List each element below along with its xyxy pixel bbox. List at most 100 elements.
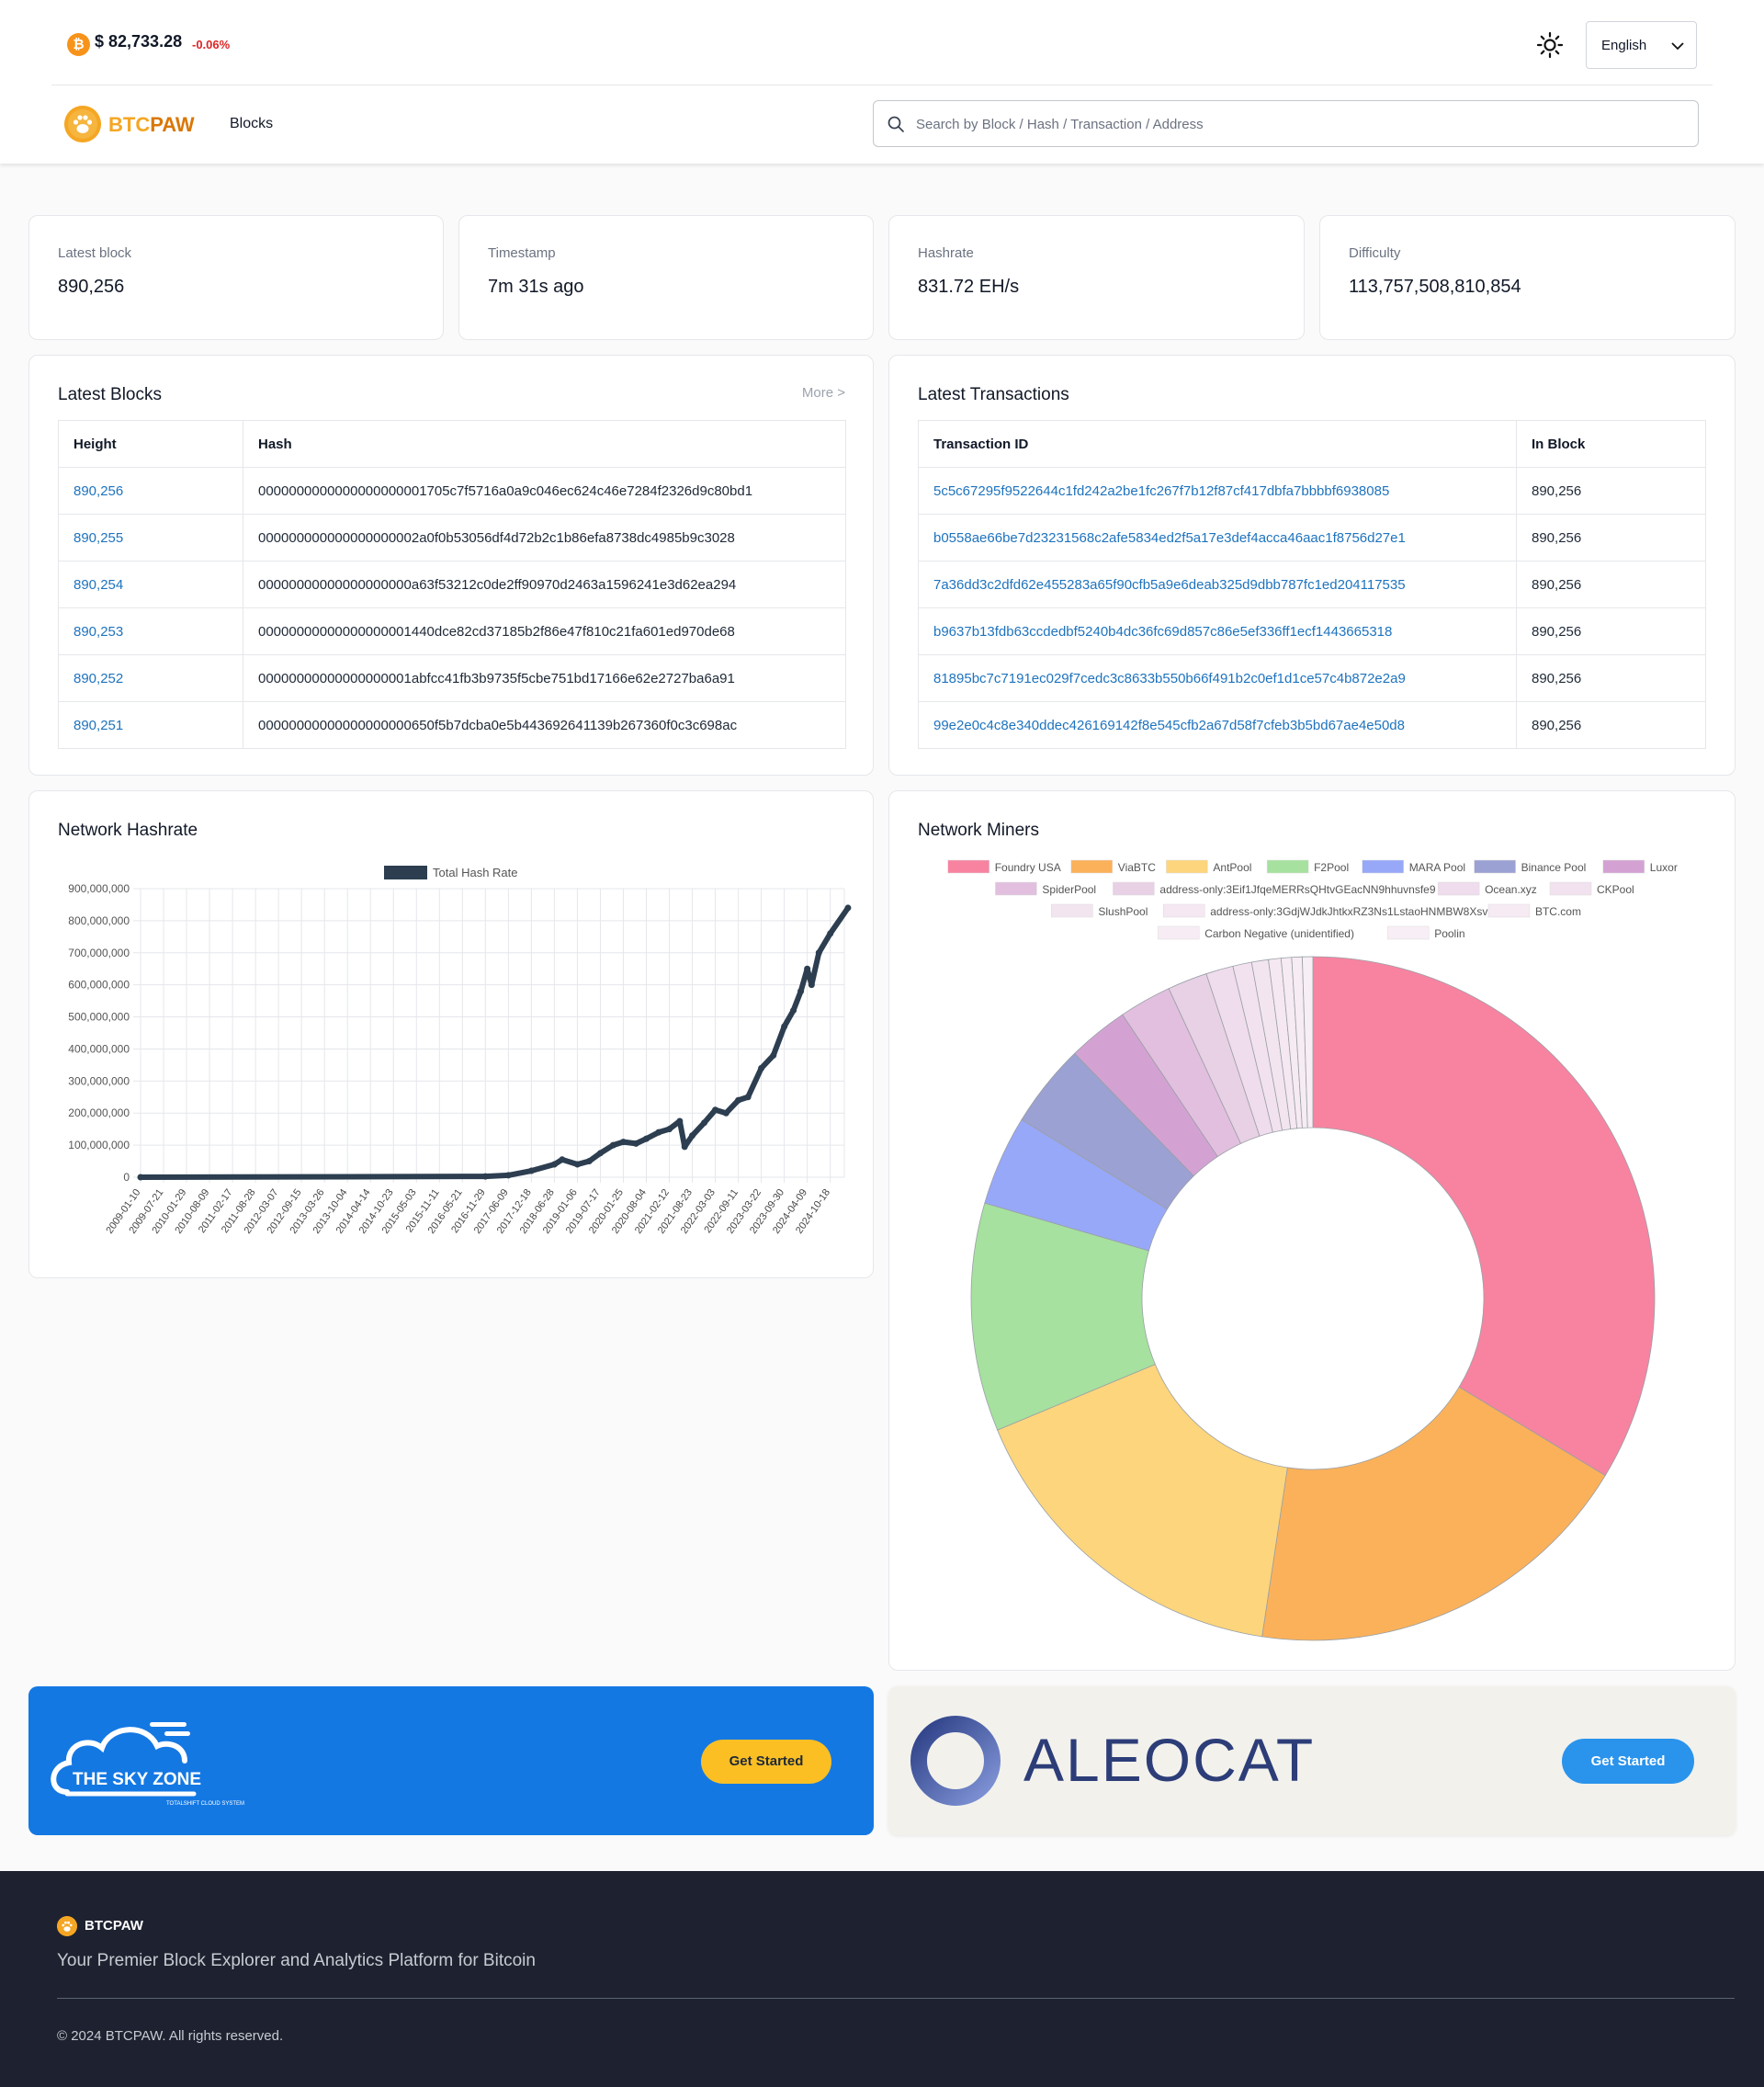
search-box[interactable]: Search by Block / Hash / Transaction / A… bbox=[873, 100, 1699, 147]
legend-swatch[interactable] bbox=[1113, 881, 1155, 896]
aleocat-get-started-button[interactable]: Get Started bbox=[1562, 1739, 1694, 1784]
stat-card-latest-block: Latest block 890,256 bbox=[28, 215, 444, 340]
block-height-link[interactable]: 890,253 bbox=[74, 624, 123, 640]
sky-zone-banner[interactable]: THE SKY ZONE TOTALSHIFT CLOUD SYSTEM Get… bbox=[28, 1686, 874, 1835]
legend-label[interactable]: Foundry USA bbox=[995, 861, 1061, 874]
miners-chart: Foundry USA ViaBTC AntPool F2Pool MARA Pool B… bbox=[947, 859, 1678, 1641]
block-hash: 0000000000000000000001705c7f5716a0a9c046… bbox=[243, 467, 846, 515]
column-header: Transaction ID bbox=[918, 420, 1517, 468]
footer-divider bbox=[57, 1998, 1735, 1999]
transaction-id-link[interactable]: b9637b13fdb63ccdedbf5240b4dc36fc69d857c8… bbox=[933, 624, 1392, 640]
stat-card-difficulty: Difficulty 113,757,508,810,854 bbox=[1319, 215, 1736, 340]
table-row: 890,256 0000000000000000000001705c7f5716a… bbox=[58, 467, 846, 515]
transaction-id-link[interactable]: 99e2e0c4c8e340ddec426169142f8e545cfb2a67… bbox=[933, 718, 1405, 733]
language-select[interactable]: English bbox=[1586, 21, 1697, 69]
legend-swatch[interactable] bbox=[1163, 903, 1205, 918]
aleocat-banner[interactable]: ALEOCAT Get Started bbox=[888, 1686, 1736, 1835]
data-point bbox=[655, 1129, 662, 1136]
legend-label[interactable]: Luxor bbox=[1650, 861, 1678, 874]
data-point bbox=[559, 1156, 566, 1163]
data-point bbox=[844, 904, 852, 912]
in-block-value: 890,256 bbox=[1516, 654, 1706, 702]
legend-swatch[interactable] bbox=[1602, 859, 1645, 874]
transaction-id-link[interactable]: b0558ae66be7d23231568c2afe5834ed2f5a17e3… bbox=[933, 530, 1406, 546]
legend-swatch[interactable] bbox=[1437, 881, 1480, 896]
legend-swatch[interactable] bbox=[995, 881, 1037, 896]
in-block-value: 890,256 bbox=[1516, 561, 1706, 608]
legend-swatch bbox=[384, 866, 427, 879]
table-row: 5c5c67295f9522644c1fd242a2be1fc267f7b12f… bbox=[918, 467, 1706, 515]
block-height-link[interactable]: 890,256 bbox=[74, 483, 123, 499]
legend-label[interactable]: Carbon Negative (unidentified) bbox=[1204, 927, 1354, 940]
block-hash: 00000000000000000001abfcc41fb3b9735f5cbe… bbox=[243, 654, 846, 702]
legend-label[interactable]: SpiderPool bbox=[1042, 883, 1096, 896]
table-row: 81895bc7c7191ec029f7cedc3c8633b550b66f49… bbox=[918, 654, 1706, 702]
legend-label[interactable]: F2Pool bbox=[1314, 861, 1349, 874]
legend-swatch[interactable] bbox=[1166, 859, 1208, 874]
legend-label[interactable]: AntPool bbox=[1213, 861, 1251, 874]
legend-swatch[interactable] bbox=[1070, 859, 1114, 874]
legend-swatch[interactable] bbox=[1051, 903, 1093, 918]
data-point bbox=[676, 1117, 684, 1125]
network-miners-card: Network Miners Foundry USA ViaBTC AntPool F… bbox=[888, 790, 1736, 1671]
legend-swatch[interactable] bbox=[1362, 859, 1404, 874]
block-height-link[interactable]: 890,251 bbox=[74, 718, 123, 733]
legend-label[interactable]: BTC.com bbox=[1535, 905, 1581, 918]
block-height-link[interactable]: 890,255 bbox=[74, 530, 123, 546]
card-title: Latest Blocks bbox=[58, 385, 162, 404]
legend-label[interactable]: address-only:3GdjWJdkJhtkxRZ3Ns1LstaoHNM… bbox=[1210, 905, 1496, 918]
nav-bar: BTCPAW Blocks Search by Block / Hash / T… bbox=[51, 85, 1713, 164]
legend-swatch[interactable] bbox=[1487, 903, 1531, 918]
legend-label[interactable]: Ocean.xyz bbox=[1485, 883, 1537, 896]
aleocat-brand-text: ALEOCAT bbox=[1023, 1726, 1316, 1794]
search-input[interactable]: Search by Block / Hash / Transaction / A… bbox=[916, 117, 1204, 132]
data-point bbox=[701, 1119, 708, 1127]
data-point bbox=[632, 1140, 639, 1147]
nav-blocks-link[interactable]: Blocks bbox=[230, 116, 273, 132]
legend-label: Total Hash Rate bbox=[433, 866, 518, 879]
btc-price-change: -0.06% bbox=[192, 38, 231, 51]
paw-logo-icon[interactable] bbox=[64, 106, 101, 142]
transaction-id-link[interactable]: 5c5c67295f9522644c1fd242a2be1fc267f7b12f… bbox=[933, 483, 1389, 499]
legend-swatch[interactable] bbox=[947, 859, 989, 874]
sun-icon[interactable] bbox=[1536, 31, 1564, 59]
y-tick-label: 200,000,000 bbox=[68, 1106, 130, 1119]
more-blocks-link[interactable]: More > bbox=[802, 385, 845, 401]
block-height-link[interactable]: 890,252 bbox=[74, 671, 123, 686]
block-hash: 000000000000000000002a0f0b53056df4d72b2c… bbox=[243, 514, 846, 561]
legend-label[interactable]: CKPool bbox=[1597, 883, 1634, 896]
legend-label[interactable]: ViaBTC bbox=[1118, 861, 1156, 874]
stat-label: Hashrate bbox=[918, 245, 974, 261]
legend-swatch[interactable] bbox=[1266, 859, 1309, 874]
legend-label[interactable]: Binance Pool bbox=[1521, 861, 1587, 874]
legend-swatch[interactable] bbox=[1474, 859, 1516, 874]
pie-slice[interactable] bbox=[1312, 956, 1656, 1477]
legend-label[interactable]: Poolin bbox=[1434, 927, 1464, 940]
site-footer: BTCPAW Your Premier Block Explorer and A… bbox=[0, 1871, 1764, 2087]
legend-label[interactable]: SlushPool bbox=[1098, 905, 1148, 918]
site-logo[interactable]: BTCPAW bbox=[108, 113, 195, 137]
network-hashrate-card: Network Hashrate 0 100,000,000 200,000,000… bbox=[28, 790, 874, 1278]
stat-value: 113,757,508,810,854 bbox=[1349, 277, 1521, 297]
legend-swatch[interactable] bbox=[1386, 925, 1430, 940]
block-height-link[interactable]: 890,254 bbox=[74, 577, 123, 593]
data-point bbox=[770, 1051, 777, 1059]
legend-label[interactable]: address-only:3Eif1JfqeMERRsQHtvGEacNN9hh… bbox=[1159, 883, 1435, 896]
data-point bbox=[722, 1109, 729, 1117]
block-hash: 00000000000000000000a63f53212c0de2ff9097… bbox=[243, 561, 846, 608]
stat-value: 890,256 bbox=[58, 277, 125, 297]
sky-get-started-button[interactable]: Get Started bbox=[701, 1740, 831, 1784]
data-point bbox=[596, 1150, 604, 1157]
bitcoin-icon: ₿ bbox=[67, 33, 90, 56]
legend-label[interactable]: MARA Pool bbox=[1409, 861, 1465, 874]
legend-swatch[interactable] bbox=[1549, 881, 1592, 896]
transaction-id-link[interactable]: 7a36dd3c2dfd62e455283a65f90cfb5a9e6deab3… bbox=[933, 577, 1406, 593]
transaction-id-link[interactable]: 81895bc7c7191ec029f7cedc3c8633b550b66f49… bbox=[933, 671, 1406, 686]
table-row: 890,252 00000000000000000001abfcc41fb3b97… bbox=[58, 654, 846, 702]
block-hash: 00000000000000000001440dce82cd37185b2f86… bbox=[243, 607, 846, 655]
legend-swatch[interactable] bbox=[1157, 925, 1200, 940]
y-tick-label: 100,000,000 bbox=[68, 1139, 130, 1151]
data-point bbox=[550, 1161, 558, 1168]
sky-tagline: TOTALSHIFT CLOUD SYSTEM bbox=[166, 1801, 244, 1807]
y-tick-label: 400,000,000 bbox=[68, 1042, 130, 1055]
